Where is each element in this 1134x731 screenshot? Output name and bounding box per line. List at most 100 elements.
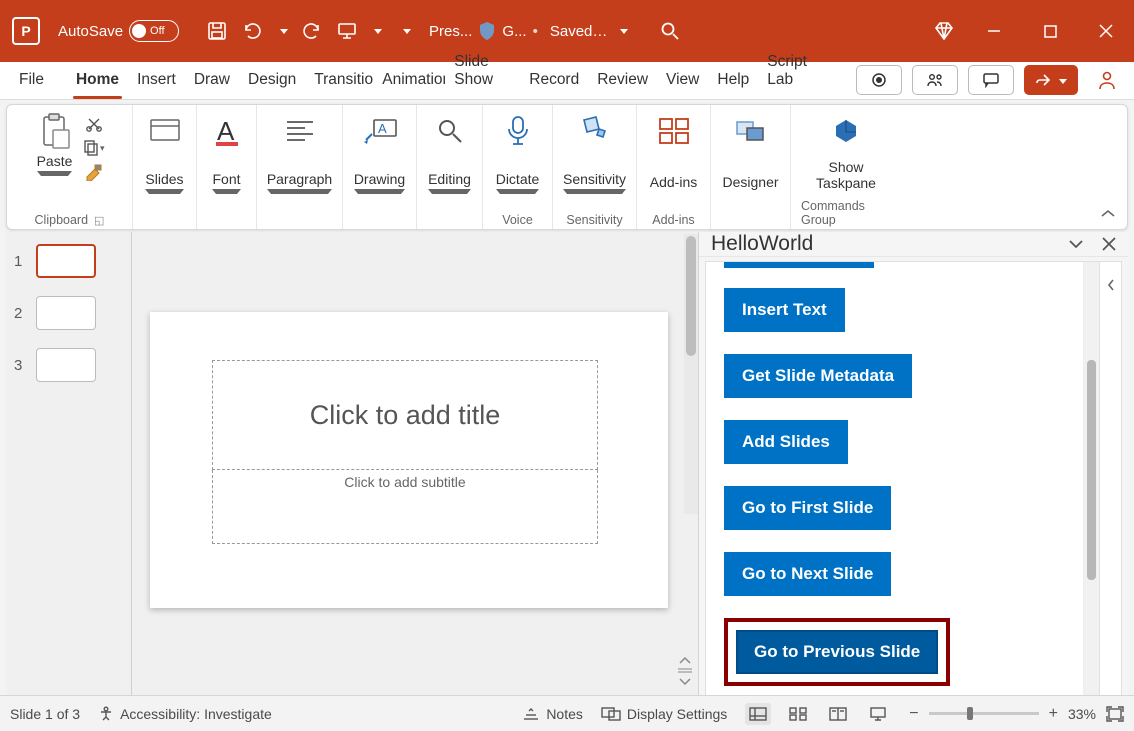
- editing-label: Editing: [428, 171, 471, 194]
- slide-editor[interactable]: Click to add title Click to add subtitle: [132, 232, 698, 695]
- minimize-button[interactable]: [966, 0, 1022, 62]
- taskpane-scrollbar[interactable]: [1083, 262, 1099, 700]
- present-dropdown[interactable]: [371, 19, 381, 43]
- share-button[interactable]: [1024, 65, 1078, 95]
- thumb-2[interactable]: 2: [14, 296, 123, 330]
- tab-insert[interactable]: Insert: [128, 63, 185, 99]
- highlighted-frame: Go to Previous Slide: [724, 618, 950, 686]
- sorter-view-icon[interactable]: [785, 703, 811, 725]
- group-paragraph[interactable]: Paragraph: [257, 105, 343, 229]
- profile-icon[interactable]: [1094, 67, 1120, 93]
- tab-scriptlab[interactable]: Script Lab: [758, 45, 836, 99]
- toggle-knob: [132, 24, 146, 38]
- normal-view-icon[interactable]: [745, 703, 771, 725]
- redo-icon[interactable]: [299, 19, 323, 43]
- tab-home[interactable]: Home: [67, 63, 128, 99]
- group-drawing[interactable]: A Drawing: [343, 105, 417, 229]
- taskpane-collapse-icon[interactable]: [1099, 262, 1121, 700]
- save-icon[interactable]: [205, 19, 229, 43]
- reading-view-icon[interactable]: [825, 703, 851, 725]
- close-button[interactable]: [1078, 0, 1134, 62]
- taskpane-partial-button[interactable]: [724, 262, 874, 268]
- tab-transitions[interactable]: Transitions: [305, 63, 373, 99]
- record-pill[interactable]: [856, 65, 902, 95]
- window-controls: [926, 0, 1134, 62]
- maximize-button[interactable]: [1022, 0, 1078, 62]
- group-clipboard: Paste ▾ Clipboard◱: [7, 105, 133, 229]
- slide-canvas[interactable]: Click to add title Click to add subtitle: [150, 312, 668, 608]
- font-label: Font: [212, 171, 240, 194]
- sensitivity-group-label: Sensitivity: [566, 213, 622, 227]
- voice-group-label: Voice: [502, 213, 533, 227]
- search-icon[interactable]: [658, 19, 682, 43]
- undo-icon[interactable]: [241, 19, 265, 43]
- tab-view[interactable]: View: [657, 63, 708, 99]
- zoom-in-button[interactable]: +: [1049, 705, 1058, 723]
- zoom-level[interactable]: 33%: [1068, 706, 1096, 722]
- slide-counter[interactable]: Slide 1 of 3: [10, 706, 80, 722]
- group-editing[interactable]: Editing: [417, 105, 483, 229]
- svg-text:A: A: [378, 121, 387, 136]
- cut-icon[interactable]: [83, 115, 105, 133]
- fit-window-icon[interactable]: [1106, 706, 1124, 722]
- copy-icon[interactable]: ▾: [83, 139, 105, 157]
- shield-icon[interactable]: [478, 21, 496, 41]
- btn-goto-previous[interactable]: Go to Previous Slide: [736, 630, 938, 674]
- saved-dropdown[interactable]: [616, 23, 628, 40]
- group-designer[interactable]: Designer: [711, 105, 791, 229]
- group-addins[interactable]: Add-ins Add-ins: [637, 105, 711, 229]
- thumb-3[interactable]: 3: [14, 348, 123, 382]
- btn-goto-next[interactable]: Go to Next Slide: [724, 552, 891, 596]
- clipboard-launcher[interactable]: ◱: [94, 214, 104, 227]
- tab-help[interactable]: Help: [708, 63, 758, 99]
- group-slides[interactable]: Slides: [133, 105, 197, 229]
- autosave-toggle[interactable]: Off: [129, 20, 179, 42]
- btn-add-slides[interactable]: Add Slides: [724, 420, 848, 464]
- group-commands[interactable]: Show Taskpane Commands Group: [791, 105, 901, 229]
- zoom-out-button[interactable]: −: [909, 705, 918, 723]
- thumb-1[interactable]: 1: [14, 244, 123, 278]
- taskpane-close-icon[interactable]: [1102, 237, 1116, 251]
- tab-record[interactable]: Record: [520, 63, 588, 99]
- subtitle-placeholder[interactable]: Click to add subtitle: [212, 470, 598, 544]
- slide-nav-arrows[interactable]: [672, 655, 698, 687]
- display-settings-button[interactable]: Display Settings: [601, 706, 727, 722]
- tab-file[interactable]: File: [10, 63, 53, 99]
- comments-pill[interactable]: [968, 65, 1014, 95]
- main-area: 1 2 3 Click to add title Click to add su…: [6, 232, 1128, 695]
- zoom-control: − + 33%: [909, 705, 1124, 723]
- tab-slideshow[interactable]: Slide Show: [445, 45, 520, 99]
- drawing-label: Drawing: [354, 171, 405, 194]
- editor-scrollbar[interactable]: [684, 234, 698, 514]
- group-sensitivity[interactable]: Sensitivity Sensitivity: [553, 105, 637, 229]
- ribbon-right: [856, 65, 1124, 99]
- teams-pill[interactable]: [912, 65, 958, 95]
- svg-text:A: A: [217, 116, 235, 146]
- tab-design[interactable]: Design: [239, 63, 305, 99]
- tab-review[interactable]: Review: [588, 63, 657, 99]
- addins-group-label: Add-ins: [652, 213, 694, 227]
- qat-customize[interactable]: [397, 19, 413, 43]
- title-placeholder[interactable]: Click to add title: [212, 360, 598, 470]
- tab-animations[interactable]: Animations: [373, 63, 445, 99]
- btn-goto-first[interactable]: Go to First Slide: [724, 486, 891, 530]
- accessibility-status[interactable]: Accessibility: Investigate: [98, 706, 272, 722]
- slideshow-view-icon[interactable]: [865, 703, 891, 725]
- taskpane-menu-icon[interactable]: [1068, 238, 1084, 250]
- premium-icon[interactable]: [932, 19, 956, 43]
- format-painter-icon[interactable]: [83, 163, 105, 181]
- doc-name[interactable]: Pres...: [429, 23, 472, 40]
- saved-status[interactable]: Saved to t...: [550, 23, 610, 40]
- zoom-slider[interactable]: [929, 712, 1039, 715]
- notes-button[interactable]: Notes: [522, 706, 583, 722]
- btn-get-metadata[interactable]: Get Slide Metadata: [724, 354, 912, 398]
- tab-draw[interactable]: Draw: [185, 63, 239, 99]
- present-icon[interactable]: [335, 19, 359, 43]
- undo-dropdown[interactable]: [277, 19, 287, 43]
- btn-insert-text[interactable]: Insert Text: [724, 288, 845, 332]
- paste-button[interactable]: Paste: [35, 111, 75, 176]
- ribbon-collapse-icon[interactable]: [1099, 207, 1117, 221]
- group-voice[interactable]: Dictate Voice: [483, 105, 553, 229]
- app-icon: P: [12, 17, 40, 45]
- group-font[interactable]: A Font: [197, 105, 257, 229]
